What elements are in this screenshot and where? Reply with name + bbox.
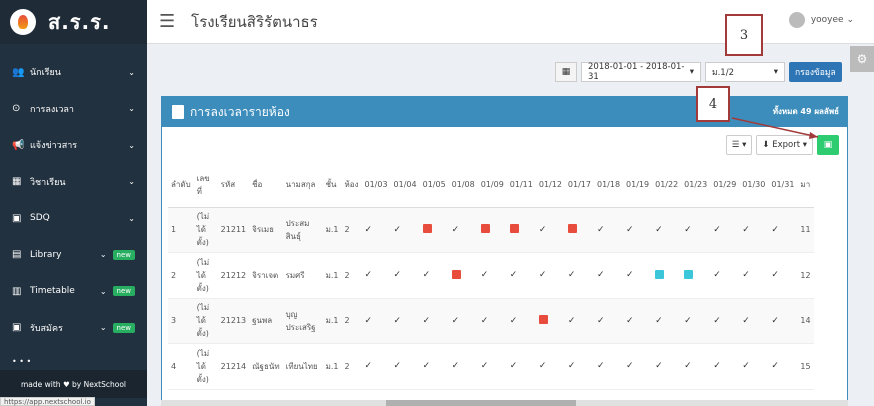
- horizontal-scrollbar[interactable]: [161, 400, 848, 406]
- annotation-arrow: [731, 117, 819, 139]
- status-url: https://app.nextschool.io: [0, 397, 95, 406]
